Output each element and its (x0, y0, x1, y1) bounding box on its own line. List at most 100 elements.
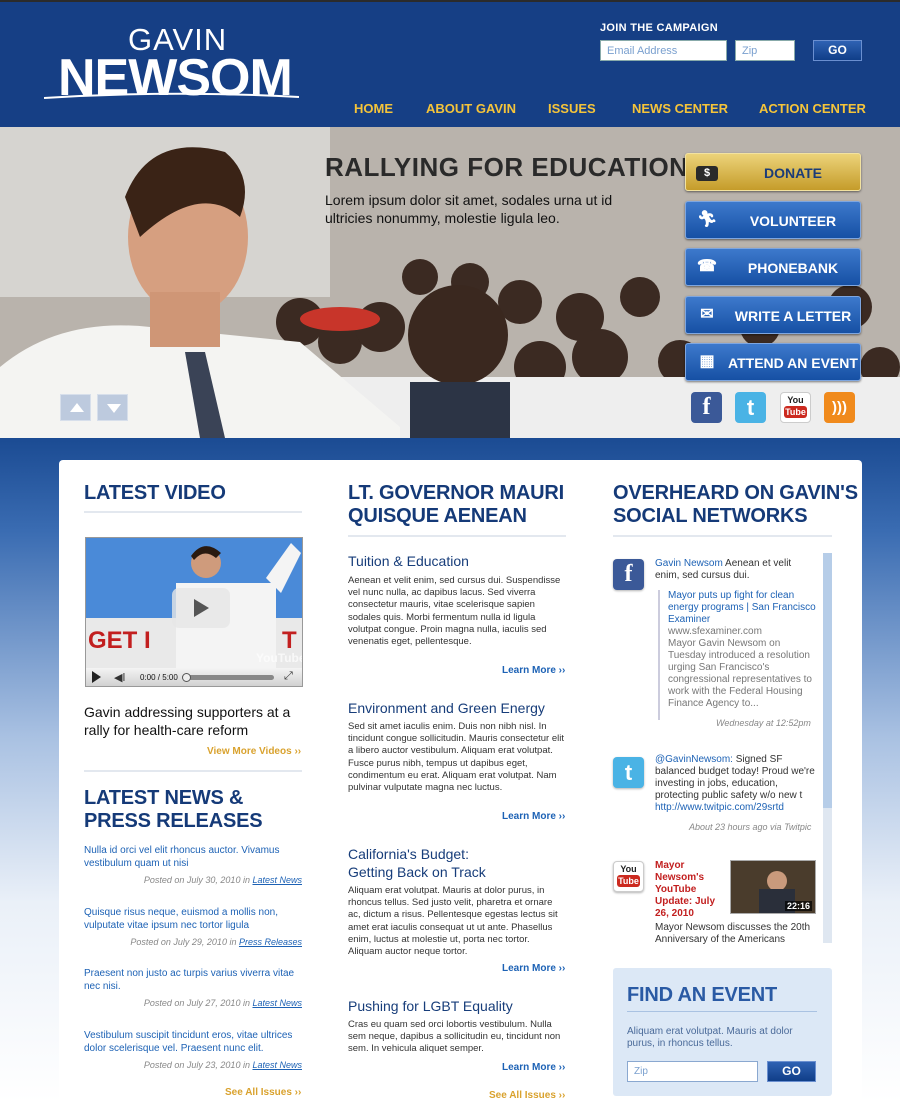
phone-icon: ☎ (697, 258, 717, 275)
news-item-title[interactable]: Praesent non justo ac turpis varius vive… (84, 967, 304, 993)
slide-down-arrow-icon[interactable] (97, 394, 128, 421)
quote-bar (658, 590, 660, 720)
hero-subtitle: Lorem ipsum dolor sit amet, sodales urna… (325, 192, 613, 226)
article-title[interactable]: Tuition & Education (348, 552, 469, 570)
article-title[interactable]: Pushing for LGBT Equality (348, 997, 513, 1015)
volume-icon[interactable]: ◀ǀ (114, 671, 125, 684)
news-item-meta: Posted on July 23, 2010 in Latest News (143, 1060, 302, 1070)
find-event-text: Aliquam erat volutpat. Mauris at dolor p… (627, 1026, 793, 1049)
nav-news-center[interactable]: NEWS CENTER (632, 101, 728, 116)
video-time: 0:00 / 5:00 (140, 673, 178, 682)
divider (84, 770, 302, 772)
divider (627, 1011, 817, 1012)
volunteer-button[interactable]: 🏃︎ VOLUNTEER (685, 201, 861, 239)
progress-handle[interactable] (182, 673, 191, 682)
facebook-icon[interactable]: f (691, 392, 722, 423)
news-category-link[interactable]: Press Releases (239, 937, 302, 947)
news-category-link[interactable]: Latest News (252, 998, 302, 1008)
svg-text:T: T (282, 627, 297, 654)
runner-icon: 🏃︎ (696, 211, 718, 228)
article-body: Aliquam erat volutpat. Mauris at dolor p… (348, 885, 558, 958)
article-title[interactable]: California's Budget: Getting Back on Trac… (348, 845, 486, 881)
nav-home[interactable]: HOME (354, 101, 393, 116)
issues-heading: LT. GOVERNOR MAURI QUISQUE AENEAN (348, 482, 565, 527)
tweet-link[interactable]: http://www.twitpic.com/29srtd (655, 802, 815, 814)
find-event-go-button[interactable]: GO (767, 1061, 816, 1082)
divider (84, 511, 302, 513)
learn-more-link[interactable]: Learn More ›› (502, 811, 565, 822)
nav-about-gavin[interactable]: ABOUT GAVIN (426, 101, 516, 116)
logo-swoosh (44, 92, 299, 99)
donate-label: DONATE (763, 165, 823, 181)
news-item-title[interactable]: Nulla id orci vel elit rhoncus auctor. V… (84, 844, 304, 870)
news-item-meta: Posted on July 27, 2010 in Latest News (143, 998, 302, 1008)
find-event-heading: FIND AN EVENT (627, 984, 777, 1006)
post-author-link[interactable]: Gavin Newsom (655, 558, 723, 569)
nav-action-center[interactable]: ACTION CENTER (759, 101, 866, 116)
fullscreen-icon[interactable]: ⤢ (284, 670, 293, 683)
learn-more-link[interactable]: Learn More ›› (502, 1062, 565, 1073)
svg-text:GET I: GET I (88, 627, 151, 654)
learn-more-link[interactable]: Learn More ›› (502, 963, 565, 974)
article-body: Sed sit amet iaculis enim. Duis non nibh… (348, 721, 564, 794)
divider (348, 535, 566, 537)
news-item-title[interactable]: Vestibulum suscipit tincidunt eros, vita… (84, 1029, 304, 1055)
latest-video-heading: LATEST VIDEO (84, 482, 226, 504)
envelope-icon: ✉ (700, 306, 714, 323)
video-player[interactable]: GET I T YouTube ◀ǀ 0:00 / 5:00 ⤢ (85, 537, 303, 687)
phonebank-button[interactable]: ☎ PHONEBANK (685, 248, 861, 286)
youtube-icon[interactable]: You Tube (613, 861, 644, 892)
view-more-videos-link[interactable]: View More Videos ›› (207, 746, 301, 757)
article-body: Aenean et velit enim, sed cursus dui. Su… (348, 575, 561, 648)
news-item-title[interactable]: Quisque risus neque, euismod a mollis no… (84, 906, 304, 932)
see-all-news-link[interactable]: See All Issues ›› (225, 1087, 301, 1098)
hero-title[interactable]: RALLYING FOR EDUCATION » (325, 152, 711, 183)
play-small-icon[interactable] (92, 671, 101, 683)
calendar-icon: ▦ (699, 353, 715, 370)
video-progress[interactable] (182, 675, 274, 680)
scrollbar-thumb[interactable] (823, 553, 832, 808)
shared-link-body: Mayor Gavin Newsom on Tuesday introduced… (668, 638, 812, 709)
learn-more-link[interactable]: Learn More ›› (502, 665, 565, 676)
see-all-issues-link[interactable]: See All Issues ›› (489, 1090, 565, 1101)
slide-up-arrow-icon[interactable] (60, 394, 91, 421)
donate-button[interactable]: $ DONATE (685, 153, 861, 191)
nav-issues[interactable]: ISSUES (548, 101, 596, 116)
post-time: Wednesday at 12:52pm (716, 718, 811, 728)
article-title[interactable]: Environment and Green Energy (348, 699, 545, 717)
latest-news-heading: LATEST NEWS & PRESS RELEASES (84, 787, 263, 832)
news-item-meta: Posted on July 30, 2010 in Latest News (143, 875, 302, 885)
play-icon[interactable] (172, 588, 230, 628)
youtube-video-title[interactable]: Mayor Newsom's YouTube Update: July 26, … (655, 860, 725, 920)
write-letter-button[interactable]: ✉ WRITE A LETTER (685, 296, 861, 334)
tweet-author-link[interactable]: @GavinNewsom: (655, 754, 733, 765)
shared-link-url: www.sfexaminer.com (668, 626, 762, 637)
site-header: GAVIN NEWSOM JOIN THE CAMPAIGN GO HOME A… (0, 0, 900, 127)
youtube-icon[interactable]: You Tube (780, 392, 811, 423)
join-go-button[interactable]: GO (813, 40, 862, 61)
video-controls: ◀ǀ 0:00 / 5:00 ⤢ (86, 668, 302, 686)
site-logo[interactable]: GAVIN NEWSOM (44, 22, 304, 107)
twitter-icon[interactable]: t (735, 392, 766, 423)
volunteer-label: VOLUNTEER (749, 213, 837, 229)
news-category-link[interactable]: Latest News (252, 1060, 302, 1070)
svg-text:YouTube: YouTube (256, 651, 302, 665)
join-campaign-label: JOIN THE CAMPAIGN (600, 22, 718, 34)
divider (613, 535, 832, 537)
twitter-icon[interactable]: t (613, 757, 644, 788)
attend-event-label: ATTEND AN EVENT (728, 355, 858, 371)
youtube-thumbnail[interactable]: 22:16 (730, 860, 816, 914)
tweet: @GavinNewsom: Signed SF balanced budget … (655, 754, 815, 801)
zip-input[interactable] (735, 40, 795, 61)
facebook-icon[interactable]: f (613, 559, 644, 590)
write-letter-label: WRITE A LETTER (734, 308, 852, 324)
facebook-post: Gavin Newsom Aenean et velit enim, sed c… (655, 558, 792, 581)
phonebank-label: PHONEBANK (747, 260, 839, 276)
news-category-link[interactable]: Latest News (252, 875, 302, 885)
dollar-icon: $ (696, 166, 718, 181)
email-input[interactable] (600, 40, 727, 61)
event-zip-input[interactable] (627, 1061, 758, 1082)
attend-event-button[interactable]: ▦ ATTEND AN EVENT (685, 343, 861, 381)
shared-link-title[interactable]: Mayor puts up fight for clean energy pro… (668, 590, 818, 626)
rss-icon[interactable]: ))) (824, 392, 855, 423)
